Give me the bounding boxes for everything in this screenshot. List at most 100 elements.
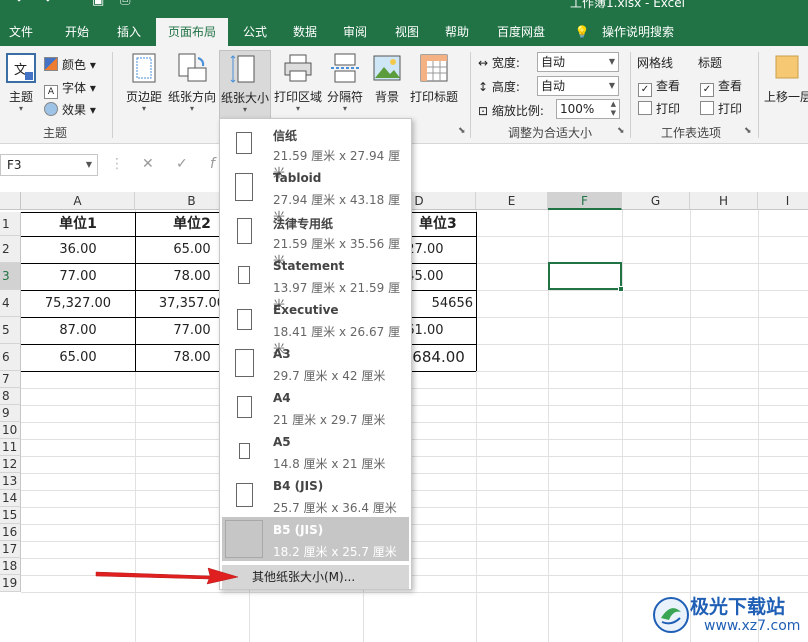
column-header-e[interactable]: E — [476, 192, 548, 210]
cell-a4[interactable]: 75,327.00 — [21, 290, 135, 317]
scale-launcher-icon[interactable]: ⬊ — [617, 126, 625, 136]
margins-button[interactable]: 页边距 ▾ — [122, 52, 166, 113]
tab-home[interactable]: 开始 — [54, 18, 100, 46]
row-header-4[interactable]: 4 — [0, 290, 21, 317]
theme-colors-button[interactable]: 颜色 ▾ — [44, 56, 96, 73]
row-header-2[interactable]: 2 — [0, 236, 21, 263]
paper-size-item-b4-jis[interactable]: B4 (JIS) 25.7 厘米 x 36.4 厘米 — [222, 473, 409, 517]
cell-a3[interactable]: 77.00 — [21, 263, 135, 290]
column-header-f[interactable]: F — [548, 192, 622, 210]
theme-fonts-button[interactable]: A 字体 ▾ — [44, 79, 96, 99]
row-header-13[interactable]: 13 — [0, 473, 21, 490]
tab-data[interactable]: 数据 — [284, 18, 326, 46]
chevron-down-icon: ▾ — [18, 104, 23, 113]
tab-help[interactable]: 帮助 — [436, 18, 478, 46]
column-header-i[interactable]: I — [758, 192, 808, 210]
breaks-icon — [331, 53, 359, 83]
headings-heading: 标题 — [698, 56, 723, 70]
cell-a1[interactable]: 单位1 — [21, 212, 135, 236]
row-header-10[interactable]: 10 — [0, 422, 21, 439]
group-divider — [470, 52, 471, 138]
paper-size-item-[interactable]: 法律专用纸 21.59 厘米 x 35.56 厘米 — [222, 209, 409, 268]
print-area-button[interactable]: 打印区域 ▾ — [272, 52, 324, 113]
row-header-18[interactable]: 18 — [0, 558, 21, 575]
save-icon[interactable]: ▣ — [92, 0, 104, 8]
row-header-15[interactable]: 15 — [0, 507, 21, 524]
paper-size-item-a4[interactable]: A4 21 厘米 x 29.7 厘米 — [222, 385, 409, 429]
row-header-5[interactable]: 5 — [0, 317, 21, 344]
group-divider — [630, 52, 631, 138]
name-box[interactable]: F3 ▼ — [0, 154, 98, 176]
tab-insert[interactable]: 插入 — [106, 18, 152, 46]
page-setup-launcher-icon[interactable]: ⬊ — [458, 126, 466, 136]
row-header-1[interactable]: 1 — [0, 212, 21, 236]
tab-formulas[interactable]: 公式 — [234, 18, 276, 46]
gridline — [622, 210, 623, 642]
tab-view[interactable]: 视图 — [386, 18, 428, 46]
cell-a6[interactable]: 65.00 — [21, 344, 135, 371]
themes-icon: 文 — [6, 53, 36, 83]
width-icon: ↔ — [478, 56, 492, 70]
column-header-h[interactable]: H — [690, 192, 758, 210]
orientation-button[interactable]: 纸张方向 ▾ — [166, 52, 218, 113]
fill-handle[interactable] — [618, 286, 624, 292]
gridlines-view-checkbox[interactable]: ✓ 查看 — [638, 77, 680, 97]
chevron-down-icon: ▾ — [189, 104, 194, 113]
bring-forward-button[interactable]: 上移一层 — [764, 52, 808, 105]
tab-baidu-netdisk[interactable]: 百度网盘 — [490, 18, 552, 46]
paper-size-item-a3[interactable]: A3 29.7 厘米 x 42 厘米 — [222, 341, 409, 385]
cell-a5[interactable]: 87.00 — [21, 317, 135, 344]
select-all-corner[interactable] — [0, 192, 21, 210]
height-select[interactable]: 自动 ▼ — [537, 76, 619, 96]
row-header-3[interactable]: 3 — [0, 263, 21, 290]
paper-size-item-a5[interactable]: A5 14.8 厘米 x 21 厘米 — [222, 429, 409, 473]
row-header-19[interactable]: 19 — [0, 575, 21, 592]
row-header-6[interactable]: 6 — [0, 344, 21, 371]
row-header-16[interactable]: 16 — [0, 524, 21, 541]
cancel-icon[interactable]: ✕ — [142, 156, 154, 172]
paper-size-button[interactable]: 纸张大小 ▾ — [219, 50, 271, 120]
headings-print-checkbox[interactable]: 打印 — [700, 100, 742, 117]
paper-size-item-b5-jis[interactable]: B5 (JIS) 18.2 厘米 x 25.7 厘米 — [222, 517, 409, 561]
checkmark-icon: ✓ — [700, 83, 714, 97]
tab-review[interactable]: 审阅 — [334, 18, 376, 46]
tab-page-layout[interactable]: 页面布局 — [156, 18, 228, 46]
paper-size-item-[interactable]: 信纸 21.59 厘米 x 27.94 厘米 — [222, 121, 409, 180]
scale-stepper[interactable]: 100% ▲ ▼ — [556, 99, 620, 119]
row-header-17[interactable]: 17 — [0, 541, 21, 558]
row-header-12[interactable]: 12 — [0, 456, 21, 473]
themes-button[interactable]: 文 主题 ▾ — [4, 52, 38, 113]
enter-icon[interactable]: ✓ — [176, 156, 188, 172]
more-paper-sizes-item[interactable]: 其他纸张大小(M)... — [222, 565, 409, 589]
undo-icon[interactable]: ↶ — [16, 0, 27, 8]
paper-size-name: B4 (JIS) — [273, 479, 324, 493]
group-label-theme: 主题 — [42, 126, 67, 140]
paper-icon — [238, 443, 250, 459]
theme-effects-button[interactable]: 效果 ▾ — [44, 101, 96, 118]
active-cell-f3[interactable] — [548, 262, 624, 292]
background-button[interactable]: 背景 — [368, 52, 406, 105]
paper-size-item-executive[interactable]: Executive 18.41 厘米 x 26.67 厘米 — [222, 297, 409, 356]
paper-size-item-statement[interactable]: Statement 13.97 厘米 x 21.59 厘米 — [222, 253, 409, 312]
column-header-g[interactable]: G — [622, 192, 690, 210]
row-header-14[interactable]: 14 — [0, 490, 21, 507]
print-titles-button[interactable]: 打印标题 — [408, 52, 460, 105]
width-select[interactable]: 自动 ▼ — [537, 52, 619, 72]
insert-function-icon[interactable]: f — [210, 156, 215, 172]
print-preview-icon[interactable]: ⎙ — [120, 0, 130, 8]
row-header-8[interactable]: 8 — [0, 388, 21, 405]
paper-size-item-tabloid[interactable]: Tabloid 27.94 厘米 x 43.18 厘米 — [222, 165, 409, 224]
headings-view-checkbox[interactable]: ✓ 查看 — [700, 77, 742, 97]
paper-icon — [225, 520, 263, 558]
gridlines-print-checkbox[interactable]: 打印 — [638, 100, 680, 117]
breaks-button[interactable]: 分隔符 ▾ — [324, 52, 366, 113]
row-header-9[interactable]: 9 — [0, 405, 21, 422]
sheet-options-launcher-icon[interactable]: ⬊ — [744, 126, 752, 136]
row-header-7[interactable]: 7 — [0, 371, 21, 388]
tab-file[interactable]: 文件 — [0, 18, 42, 46]
tell-me-search[interactable]: 操作说明搜索 — [596, 18, 680, 46]
redo-icon[interactable]: ↷ — [40, 0, 51, 8]
cell-a2[interactable]: 36.00 — [21, 236, 135, 263]
column-header-a[interactable]: A — [21, 192, 135, 210]
row-header-11[interactable]: 11 — [0, 439, 21, 456]
